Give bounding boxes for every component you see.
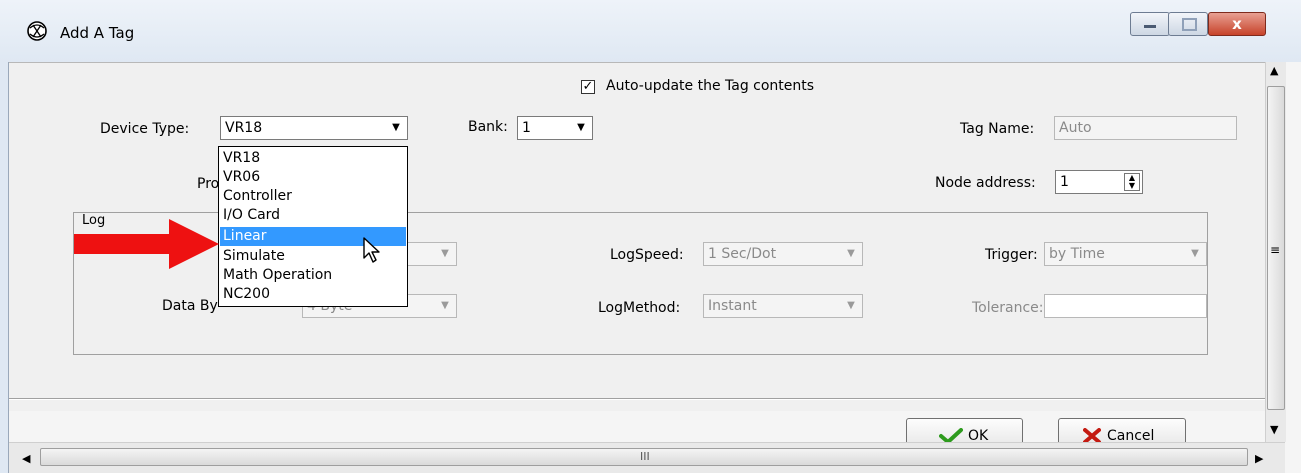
maximize-icon <box>1182 18 1197 31</box>
auto-update-label: Auto-update the Tag contents <box>606 78 815 94</box>
log-method-label: LogMethod: <box>598 300 681 316</box>
node-address-label: Node address: <box>935 175 1036 191</box>
log-speed-select[interactable]: 1 Sec/Dot ▼ <box>703 242 863 266</box>
window-title: Add A Tag <box>60 24 135 42</box>
chevron-down-icon[interactable]: ▼ <box>387 119 405 137</box>
dropdown-item-math-operation[interactable]: Math Operation <box>220 266 406 285</box>
device-type-value: VR18 <box>225 120 263 136</box>
log-speed-value: 1 Sec/Dot <box>708 246 777 262</box>
device-type-label: Device Type: <box>100 121 190 137</box>
device-type-dropdown[interactable]: VR18 VR06 Controller I/O Card Linear Sim… <box>218 146 408 307</box>
tag-name-input[interactable]: Auto <box>1054 116 1237 140</box>
grip-icon: ≡ <box>1270 243 1281 257</box>
auto-update-checkbox[interactable]: ✓ <box>581 80 595 94</box>
scroll-left-arrow-icon[interactable]: ◀ <box>22 452 30 465</box>
chevron-down-icon[interactable]: ▼ <box>1186 245 1204 263</box>
chevron-down-icon[interactable]: ▼ <box>436 245 454 263</box>
chevron-down-icon[interactable]: ▼ <box>842 245 860 263</box>
chevron-down-icon[interactable]: ▼ <box>436 297 454 315</box>
close-icon: x <box>1232 15 1242 33</box>
node-address-stepper[interactable]: 1 ▲ ▼ <box>1055 170 1143 194</box>
node-address-value: 1 <box>1060 174 1069 190</box>
device-type-select[interactable]: VR18 ▼ <box>220 116 408 140</box>
protocol-label: Pro <box>197 176 220 192</box>
scroll-grip: III <box>640 450 650 463</box>
red-arrow-icon <box>74 219 219 269</box>
tag-name-label: Tag Name: <box>960 121 1035 137</box>
trigger-label: Trigger: <box>985 247 1038 263</box>
trigger-select[interactable]: by Time ▼ <box>1044 242 1207 266</box>
close-button[interactable]: x <box>1208 12 1266 36</box>
minimize-icon <box>1144 25 1156 28</box>
bank-select[interactable]: 1 ▼ <box>517 116 593 140</box>
log-method-select[interactable]: Instant ▼ <box>703 294 863 318</box>
trigger-value: by Time <box>1049 246 1105 262</box>
tolerance-input[interactable] <box>1044 294 1207 318</box>
window-frame-left <box>0 62 9 473</box>
tolerance-label: Tolerance: <box>972 300 1044 316</box>
minimize-button[interactable] <box>1130 12 1170 36</box>
add-tag-window: Add A Tag x ✓ Auto-update the Tag conten… <box>0 0 1301 473</box>
mouse-pointer-icon <box>363 237 380 263</box>
app-icon <box>27 21 47 41</box>
log-method-value: Instant <box>708 298 757 314</box>
bank-label: Bank: <box>468 119 508 135</box>
dropdown-item-nc200[interactable]: NC200 <box>220 285 406 304</box>
scroll-down-arrow-icon[interactable]: ▼ <box>1270 423 1278 436</box>
spin-updown-icon[interactable]: ▲ ▼ <box>1124 173 1140 191</box>
button-separator <box>9 398 1265 400</box>
scroll-right-arrow-icon[interactable]: ▶ <box>1255 452 1263 465</box>
chevron-down-icon[interactable]: ▼ <box>842 297 860 315</box>
dropdown-item-io-card[interactable]: I/O Card <box>220 206 406 225</box>
scroll-up-arrow-icon[interactable]: ▲ <box>1270 64 1278 77</box>
dropdown-item-controller[interactable]: Controller <box>220 187 406 206</box>
maximize-button[interactable] <box>1168 12 1208 36</box>
dropdown-item-vr06[interactable]: VR06 <box>220 168 406 187</box>
dropdown-item-vr18[interactable]: VR18 <box>220 149 406 168</box>
log-speed-label: LogSpeed: <box>610 247 684 263</box>
data-byte-type-label: Data By <box>162 298 218 314</box>
title-bar: Add A Tag x <box>0 0 1301 62</box>
chevron-down-icon[interactable]: ▼ <box>572 119 590 137</box>
bank-value: 1 <box>522 120 531 136</box>
